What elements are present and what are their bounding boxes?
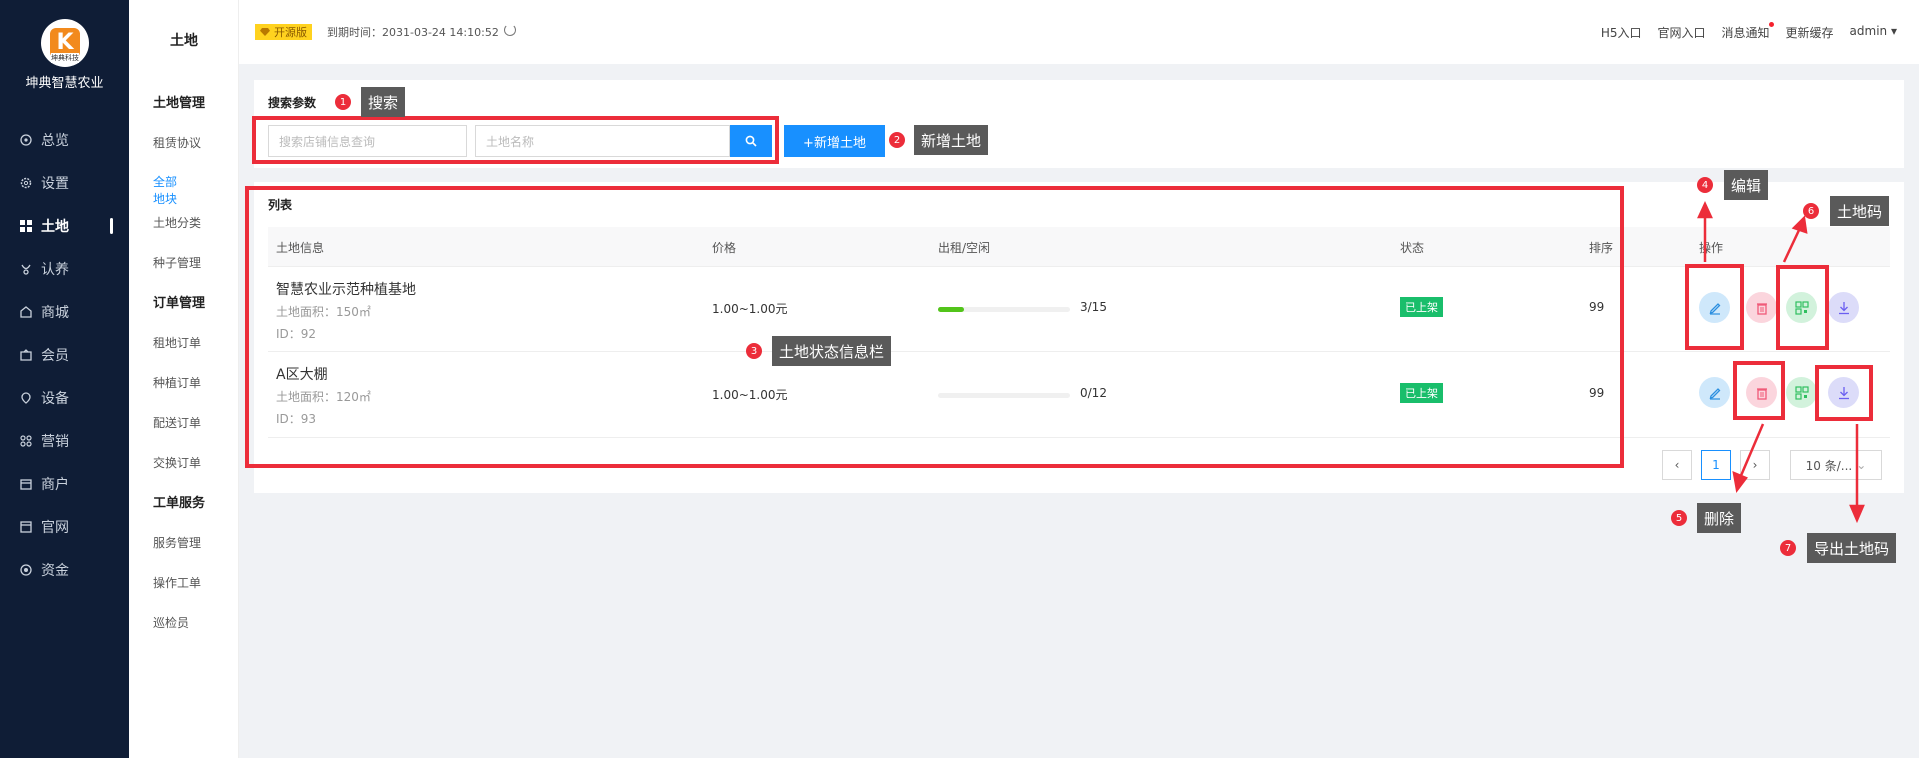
annotation-arrows xyxy=(1697,201,1865,524)
